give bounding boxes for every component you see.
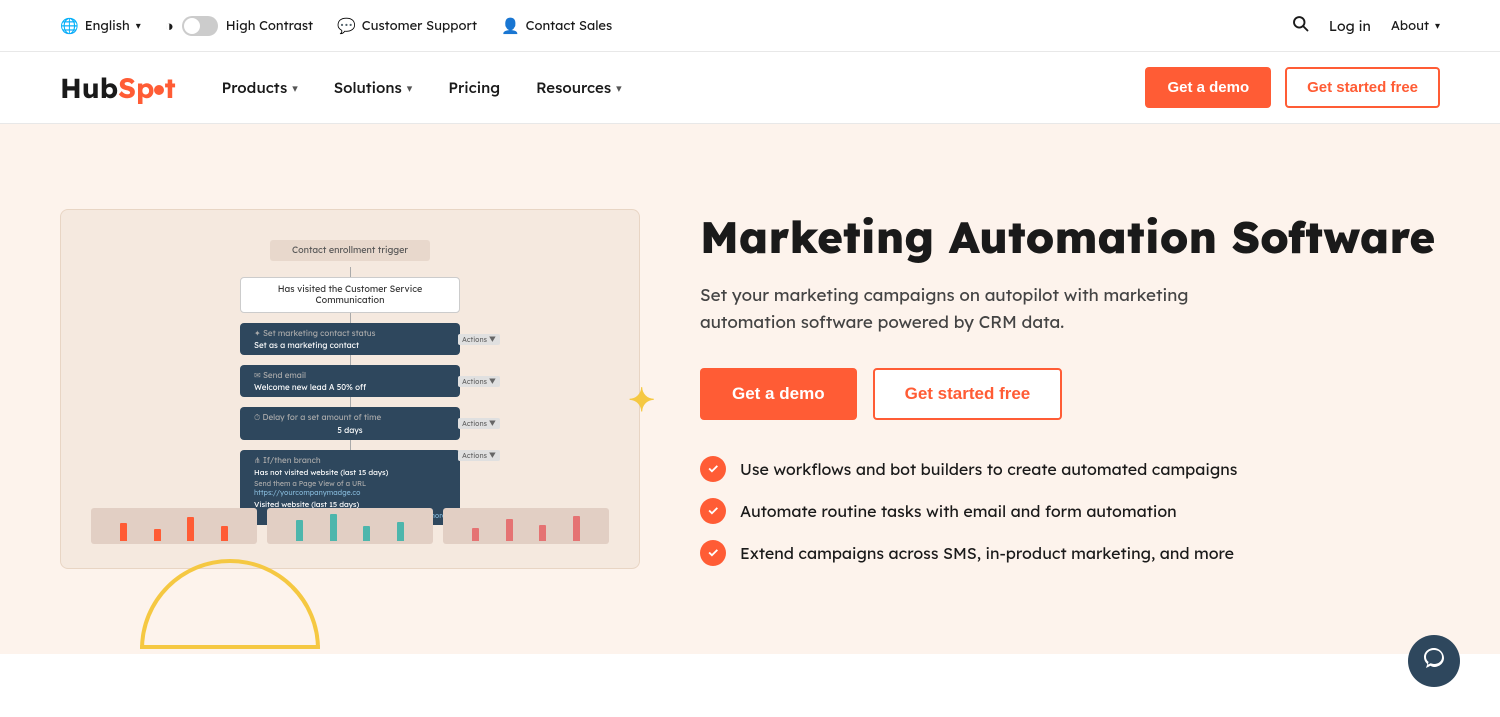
strip-thumb-1 xyxy=(91,508,257,544)
nav-free-button[interactable]: Get started free xyxy=(1285,67,1440,108)
about-label: About xyxy=(1391,18,1429,34)
nav-item-products[interactable]: Products ▾ xyxy=(222,78,298,97)
feature-item-1: ✓ Use workflows and bot builders to crea… xyxy=(700,456,1440,482)
hero-content: Marketing Automation Software Set your m… xyxy=(700,212,1440,567)
logo-text: HubSpt xyxy=(60,70,176,105)
products-label: Products xyxy=(222,78,288,97)
strip-thumb-2 xyxy=(267,508,433,544)
person-icon: 👤 xyxy=(501,16,520,35)
resources-chevron: ▾ xyxy=(616,81,622,95)
hero-demo-button[interactable]: Get a demo xyxy=(700,368,857,420)
sparkle-gold: ✦ xyxy=(628,379,655,419)
hero-buttons: Get a demo Get started free xyxy=(700,368,1440,420)
check-icon-1: ✓ xyxy=(700,456,726,482)
workflow-diagram: Contact enrollment trigger Has visited t… xyxy=(81,230,619,548)
pricing-label: Pricing xyxy=(448,78,500,97)
nav-item-solutions[interactable]: Solutions ▾ xyxy=(334,78,413,97)
top-bar-right: Log in About ▾ xyxy=(1291,14,1440,37)
nav-left: HubSpt Products ▾ Solutions ▾ Pricing Re… xyxy=(60,70,622,105)
chat-widget-icon xyxy=(1422,646,1446,676)
hero-title: Marketing Automation Software xyxy=(700,212,1440,263)
wf-header: Contact enrollment trigger xyxy=(270,240,430,261)
language-chevron: ▾ xyxy=(136,19,141,32)
contrast-icon: ◑ xyxy=(165,16,174,35)
logo[interactable]: HubSpt xyxy=(60,70,176,105)
search-icon[interactable] xyxy=(1291,14,1309,37)
customer-support-link[interactable]: 💬 Customer Support xyxy=(337,16,477,35)
hero-subtitle: Set your marketing campaigns on autopilo… xyxy=(700,282,1280,336)
main-nav: HubSpt Products ▾ Solutions ▾ Pricing Re… xyxy=(0,52,1500,124)
products-chevron: ▾ xyxy=(292,81,298,95)
login-link[interactable]: Log in xyxy=(1329,17,1371,35)
check-icon-3: ✓ xyxy=(700,540,726,566)
top-bar-left: 🌐 English ▾ ◑ High Contrast 💬 Customer S… xyxy=(60,16,612,36)
contact-sales-link[interactable]: 👤 Contact Sales xyxy=(501,16,612,35)
feature-text-2: Automate routine tasks with email and fo… xyxy=(740,501,1177,521)
resources-label: Resources xyxy=(536,78,611,97)
hero-free-button[interactable]: Get started free xyxy=(873,368,1063,420)
feature-item-3: ✓ Extend campaigns across SMS, in-produc… xyxy=(700,540,1440,566)
hero-screenshot: Contact enrollment trigger Has visited t… xyxy=(60,209,640,569)
globe-icon: 🌐 xyxy=(60,16,79,35)
half-circle-decoration xyxy=(140,559,320,649)
feature-item-2: ✓ Automate routine tasks with email and … xyxy=(700,498,1440,524)
feature-text-1: Use workflows and bot builders to create… xyxy=(740,459,1237,479)
contact-sales-label: Contact Sales xyxy=(526,18,613,34)
solutions-label: Solutions xyxy=(334,78,402,97)
check-icon-2: ✓ xyxy=(700,498,726,524)
nav-item-pricing[interactable]: Pricing xyxy=(448,78,500,97)
hero-section: ✦ ✦ Contact enrollment trigger Has visit… xyxy=(0,124,1500,654)
language-label: English xyxy=(85,18,130,34)
about-chevron: ▾ xyxy=(1435,19,1440,32)
about-link[interactable]: About ▾ xyxy=(1391,18,1440,34)
chat-bubble-icon: 💬 xyxy=(337,16,356,35)
contrast-toggle-switch[interactable] xyxy=(182,16,218,36)
solutions-chevron: ▾ xyxy=(407,81,413,95)
strip-thumb-3 xyxy=(443,508,609,544)
feature-list: ✓ Use workflows and bot builders to crea… xyxy=(700,456,1440,566)
customer-support-label: Customer Support xyxy=(362,18,477,34)
high-contrast-label: High Contrast xyxy=(226,18,313,34)
high-contrast-toggle[interactable]: ◑ High Contrast xyxy=(165,16,313,36)
nav-right: Get a demo Get started free xyxy=(1145,67,1440,108)
feature-text-3: Extend campaigns across SMS, in-product … xyxy=(740,543,1234,563)
top-bar: 🌐 English ▾ ◑ High Contrast 💬 Customer S… xyxy=(0,0,1500,52)
chat-widget[interactable] xyxy=(1408,635,1460,687)
language-selector[interactable]: 🌐 English ▾ xyxy=(60,16,141,35)
nav-item-resources[interactable]: Resources ▾ xyxy=(536,78,622,97)
hero-image-area: ✦ ✦ Contact enrollment trigger Has visit… xyxy=(60,209,640,569)
nav-demo-button[interactable]: Get a demo xyxy=(1145,67,1271,108)
